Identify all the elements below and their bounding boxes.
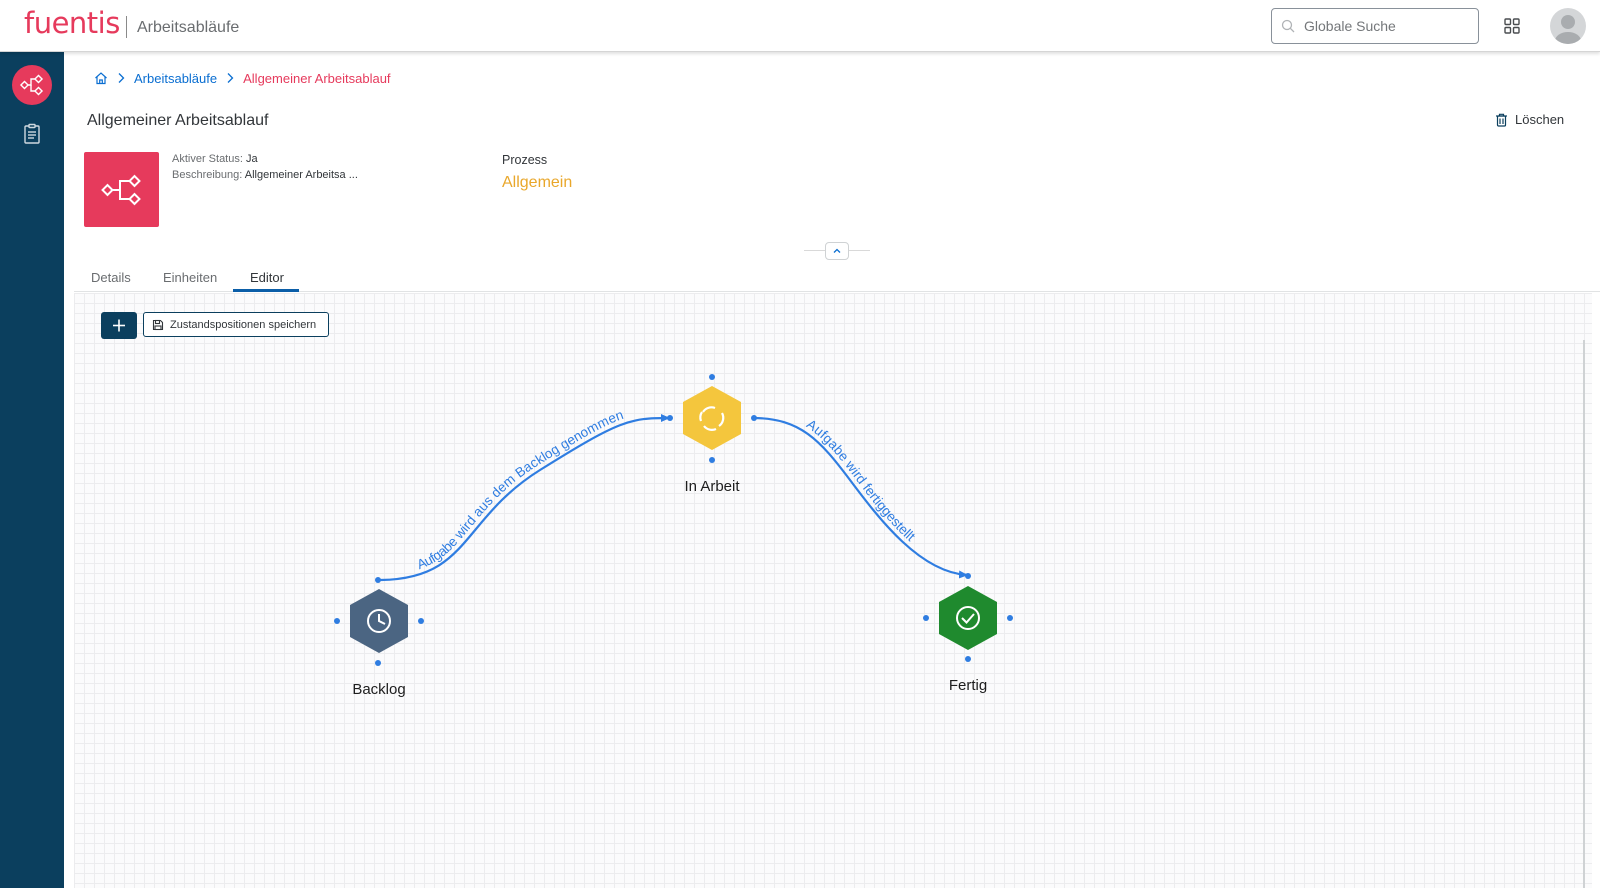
sidebar-item-clipboard[interactable] [20,122,44,146]
user-avatar[interactable] [1550,8,1586,44]
save-icon [152,319,164,330]
search-input[interactable] [1304,9,1472,43]
attribute-label: Aktiver Status: [172,153,243,165]
top-bar: fuentis Arbeitsabläufe [0,0,1600,52]
chevron-right-icon [227,73,234,83]
tab-einheiten[interactable]: Einheiten [163,270,217,285]
workflow-icon [19,74,44,96]
global-search[interactable] [1271,8,1479,44]
attribute-active-status: Aktiver Status: Ja [172,153,258,165]
add-state-button[interactable] [101,312,137,339]
grid-icon[interactable] [1500,14,1524,38]
state-label-backlog: Backlog [352,681,406,698]
app-title: Arbeitsabläufe [137,19,240,36]
state-label-in-arbeit: In Arbeit [684,478,740,495]
workflow-canvas[interactable] [74,293,1592,888]
tab-details[interactable]: Details [91,270,131,285]
state-label-fertig: Fertig [948,677,988,694]
user-avatar-icon [1555,15,1581,44]
process-label: Prozess [502,153,548,167]
save-positions-button[interactable]: Zustandspositionen speichern [143,312,329,337]
delete-button[interactable]: Löschen [1495,112,1564,127]
process-value[interactable]: Allgemein [502,174,572,192]
tab-editor[interactable]: Editor [250,270,284,285]
clipboard-icon [24,123,40,144]
logo[interactable]: fuentis [24,6,120,40]
page-title: Allgemeiner Arbeitsablauf [87,112,269,129]
breadcrumb: Arbeitsabläufe Allgemeiner Arbeitsablauf [94,70,391,86]
collapse-header-button[interactable] [825,242,849,260]
attribute-value: Ja [245,153,258,165]
sidebar [0,52,64,888]
chevron-right-icon [118,73,125,83]
attribute-value: Allgemeiner Arbeitsa ... [244,169,358,181]
active-tab-indicator [233,289,299,292]
sidebar-item-workflow[interactable] [12,65,52,105]
breadcrumb-item-arbeitsablaeufe[interactable]: Arbeitsabläufe [134,71,217,86]
breadcrumb-item-current: Allgemeiner Arbeitsablauf [243,70,391,86]
object-icon [84,152,159,227]
chevron-up-icon [833,248,841,253]
canvas-scrollbar[interactable] [1583,340,1585,888]
logo-divider [126,16,127,38]
tab-bar: Details Einheiten Editor [74,262,1600,292]
attribute-label: Beschreibung: [172,169,243,181]
attribute-description: Beschreibung: Allgemeiner Arbeitsa ... [172,169,358,181]
plus-icon [113,319,125,332]
save-positions-label: Zustandspositionen speichern [170,318,317,331]
trash-icon [1496,113,1507,127]
home-icon[interactable] [94,71,108,85]
workflow-icon [101,174,141,206]
search-icon [1281,19,1295,33]
delete-button-label: Löschen [1515,112,1565,127]
